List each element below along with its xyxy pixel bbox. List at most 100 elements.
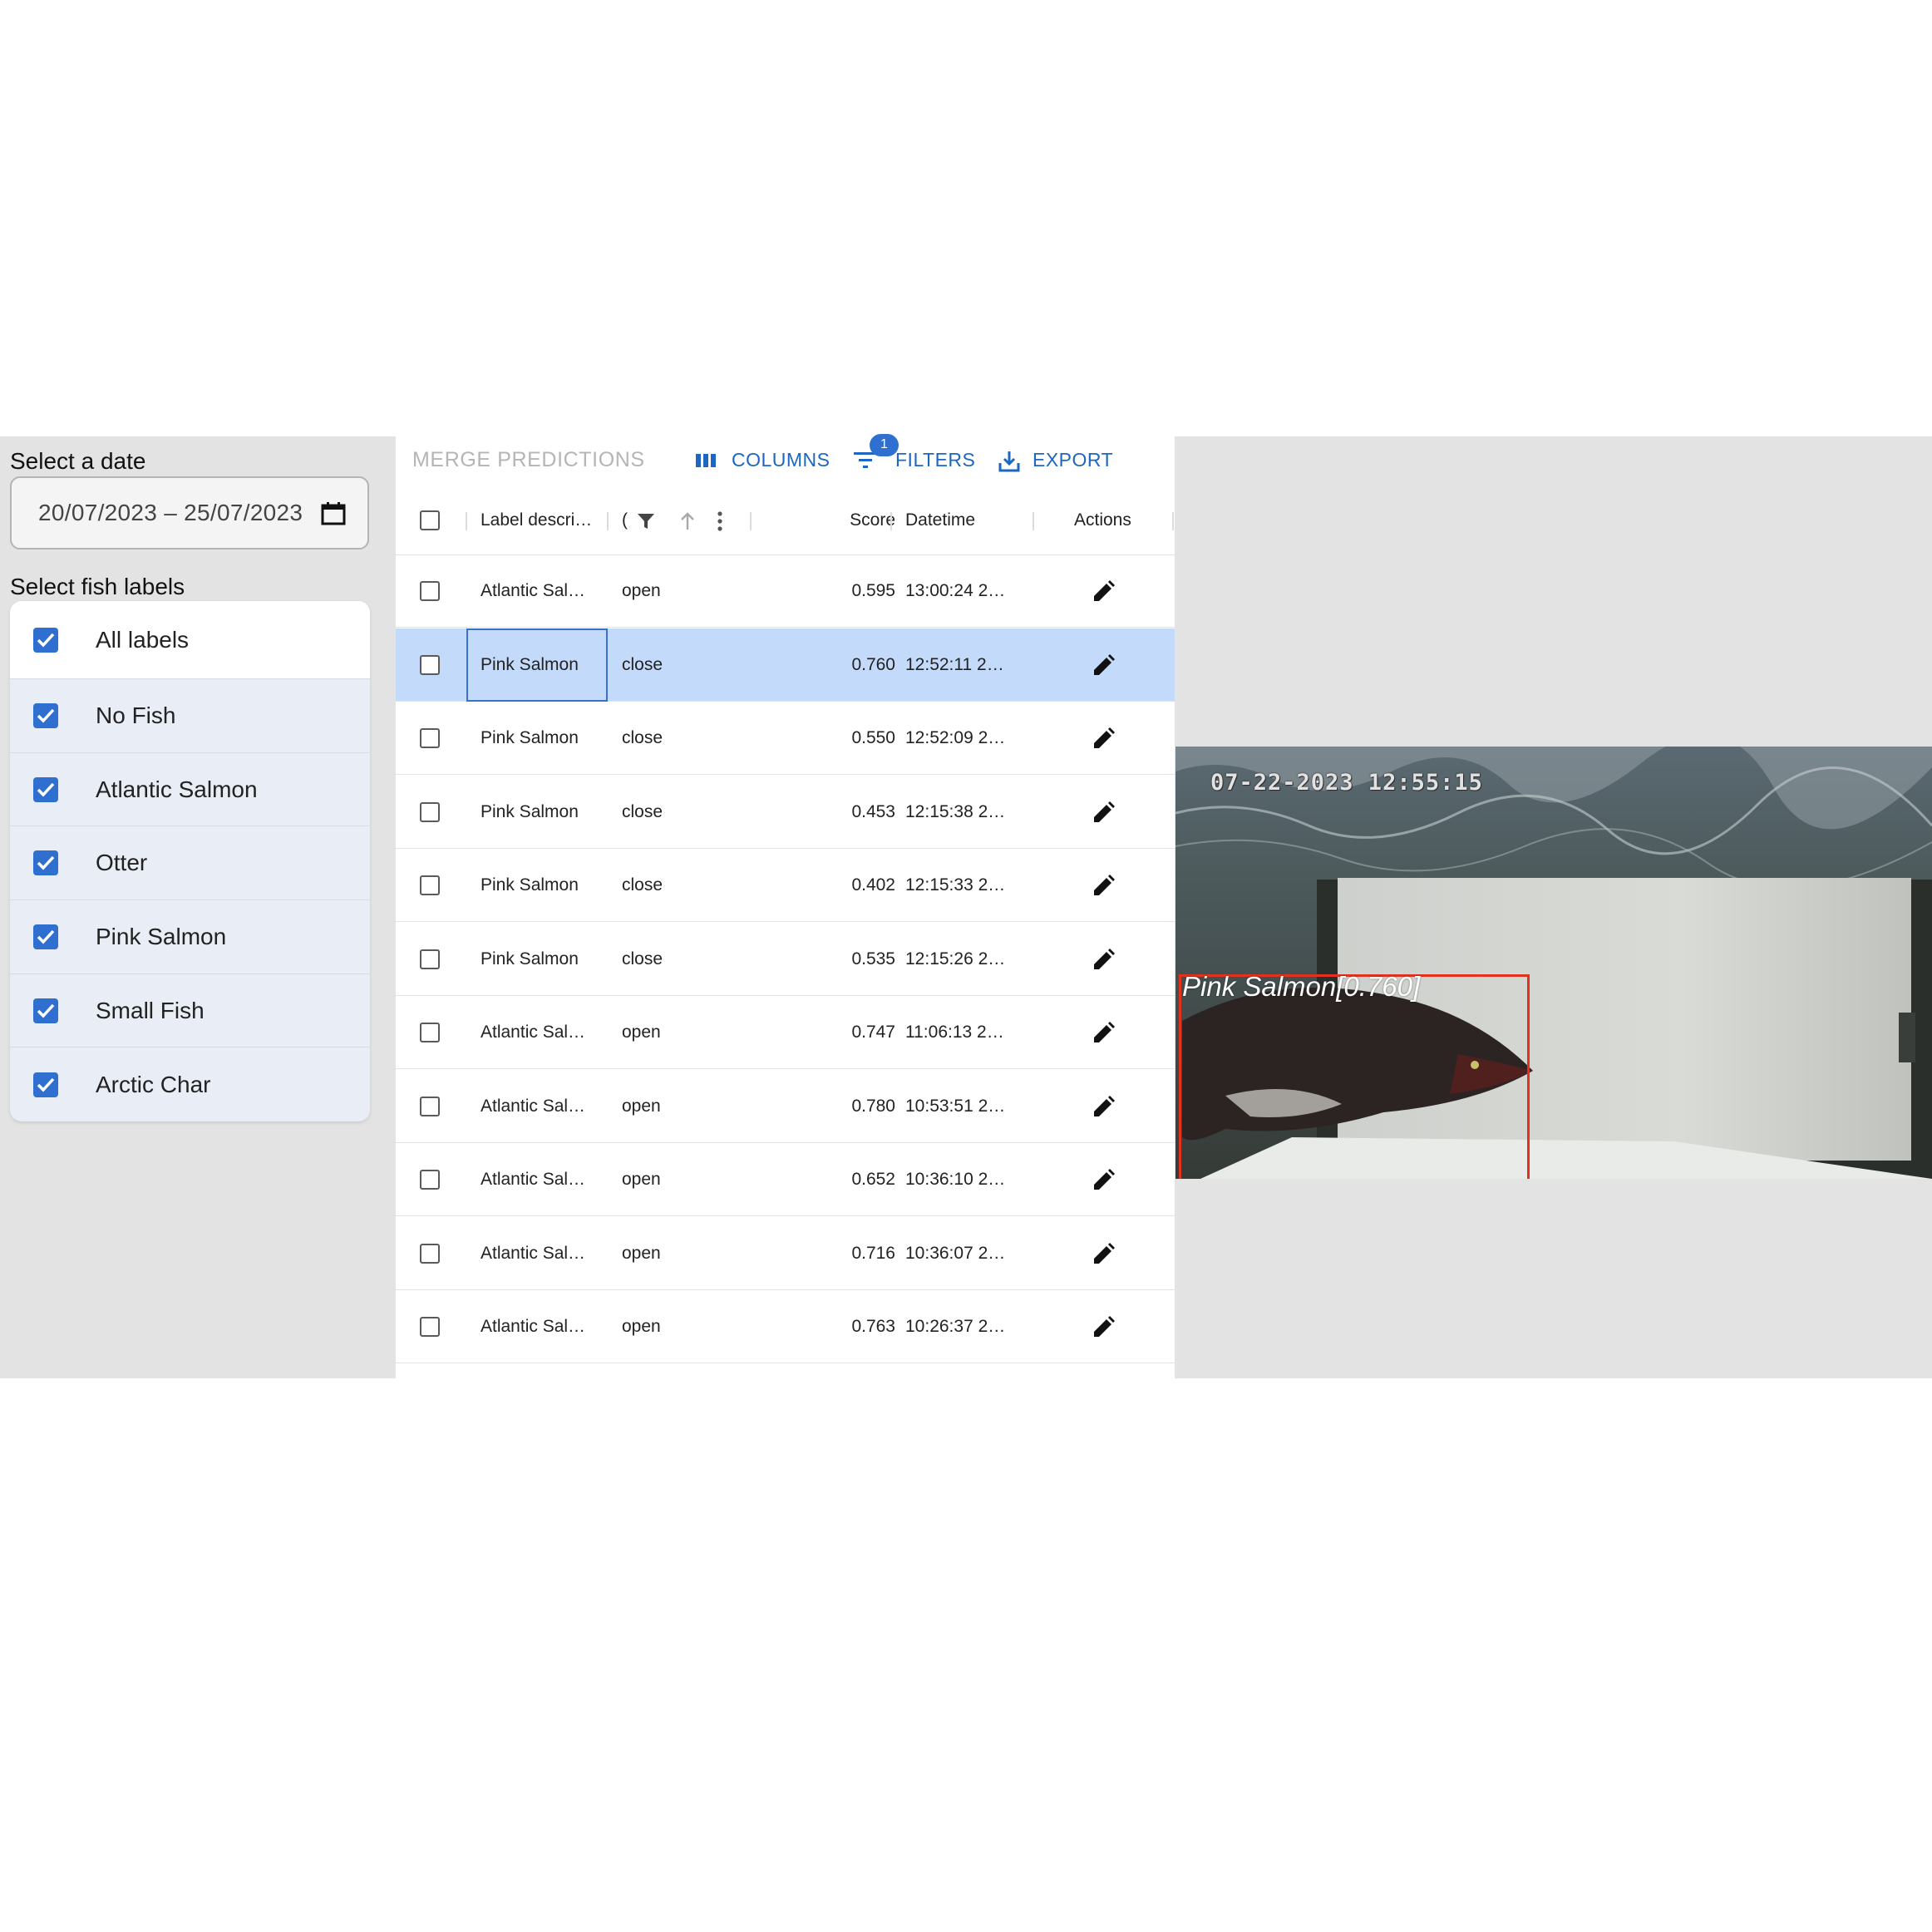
edit-icon[interactable] (1091, 801, 1116, 826)
table-row[interactable]: Pink Salmon close 0.402 12:15:33 2… (396, 849, 1175, 922)
table-row[interactable]: Pink Salmon close 0.535 12:15:26 2… (396, 923, 1175, 996)
column-separator[interactable] (1172, 512, 1174, 530)
cell-datetime[interactable]: 12:15:33 2… (905, 849, 1005, 922)
cell-score[interactable]: 0.780 (829, 1070, 895, 1143)
cell-score[interactable]: 0.453 (829, 776, 895, 849)
cell-state[interactable]: open (622, 1217, 661, 1290)
table-row[interactable]: Atlantic Sal… open 0.652 10:36:10 2… (396, 1143, 1175, 1216)
row-checkbox[interactable] (420, 1317, 440, 1337)
filter-funnel-icon[interactable] (637, 512, 655, 530)
cell-label[interactable]: Atlantic Sal… (481, 1070, 585, 1143)
row-checkbox[interactable] (420, 1243, 440, 1264)
edit-icon[interactable] (1091, 874, 1116, 899)
row-checkbox[interactable] (420, 728, 440, 748)
cell-datetime[interactable]: 12:52:09 2… (905, 702, 1005, 775)
table-row[interactable]: Pink Salmon close 0.550 12:52:09 2… (396, 702, 1175, 775)
header-state[interactable]: ( (622, 486, 628, 554)
checkbox-checked[interactable] (33, 703, 58, 728)
cell-label[interactable]: Pink Salmon (481, 702, 579, 775)
checkbox-checked[interactable] (33, 998, 58, 1023)
checkbox-checked[interactable] (33, 628, 58, 653)
cell-state[interactable]: close (622, 776, 663, 849)
edit-icon[interactable] (1091, 1315, 1116, 1340)
cell-score[interactable]: 0.402 (829, 849, 895, 922)
edit-icon[interactable] (1091, 579, 1116, 604)
cell-label[interactable]: Atlantic Sal… (481, 1290, 585, 1363)
cell-label[interactable]: Atlantic Sal… (481, 554, 585, 628)
cell-score[interactable]: 0.595 (829, 554, 895, 628)
column-separator[interactable] (750, 512, 752, 530)
checkbox-checked[interactable] (33, 850, 58, 876)
row-checkbox[interactable] (420, 949, 440, 969)
label-option-all[interactable]: All labels (10, 601, 370, 679)
edit-icon[interactable] (1091, 653, 1116, 678)
header-score[interactable]: Score (829, 486, 895, 554)
header-label-description[interactable]: Label descri… (481, 486, 592, 554)
cell-score[interactable]: 0.716 (829, 1217, 895, 1290)
table-row[interactable]: Atlantic Sal… open 0.763 10:26:37 2… (396, 1290, 1175, 1363)
cell-score[interactable]: 0.652 (829, 1143, 895, 1216)
edit-icon[interactable] (1091, 1021, 1116, 1046)
edit-icon[interactable] (1091, 727, 1116, 752)
cell-label[interactable]: Pink Salmon (481, 628, 579, 702)
column-separator[interactable] (1033, 512, 1034, 530)
checkbox-checked[interactable] (33, 1072, 58, 1097)
sort-arrow-icon[interactable] (678, 511, 697, 531)
row-checkbox[interactable] (420, 875, 440, 895)
row-checkbox[interactable] (420, 1023, 440, 1042)
label-option-no-fish[interactable]: No Fish (10, 679, 370, 753)
row-checkbox[interactable] (420, 581, 440, 601)
date-range-field[interactable]: 20/07/2023 – 25/07/2023 (10, 476, 369, 550)
table-row[interactable]: Atlantic Sal… open 0.716 10:36:07 2… (396, 1217, 1175, 1290)
checkbox-checked[interactable] (33, 924, 58, 950)
label-option-small-fish[interactable]: Small Fish (10, 974, 370, 1048)
column-separator[interactable] (607, 512, 609, 530)
cell-label[interactable]: Atlantic Sal… (481, 1143, 585, 1216)
more-vert-icon[interactable] (716, 510, 724, 532)
cell-datetime[interactable]: 12:52:11 2… (905, 628, 1004, 702)
table-row[interactable]: Pink Salmon close 0.453 12:15:38 2… (396, 776, 1175, 849)
column-separator[interactable] (890, 512, 892, 530)
cell-state[interactable]: open (622, 1070, 661, 1143)
header-datetime[interactable]: Datetime (905, 486, 975, 554)
columns-button[interactable]: COLUMNS (695, 436, 830, 486)
table-row[interactable]: Atlantic Sal… open 0.747 11:06:13 2… (396, 996, 1175, 1069)
cell-score[interactable]: 0.760 (829, 628, 895, 702)
edit-icon[interactable] (1091, 1168, 1116, 1193)
cell-state[interactable]: open (622, 996, 661, 1069)
cell-state[interactable]: open (622, 554, 661, 628)
cell-datetime[interactable]: 11:06:13 2… (905, 996, 1004, 1069)
cell-state[interactable]: open (622, 1143, 661, 1216)
table-row-selected[interactable]: Pink Salmon close 0.760 12:52:11 2… (396, 628, 1175, 702)
merge-predictions-button[interactable]: MERGE PREDICTIONS (412, 436, 645, 486)
label-option-otter[interactable]: Otter (10, 826, 370, 901)
cell-score[interactable]: 0.550 (829, 702, 895, 775)
calendar-icon[interactable] (321, 502, 346, 525)
label-option-pink-salmon[interactable]: Pink Salmon (10, 900, 370, 974)
cell-datetime[interactable]: 10:36:07 2… (905, 1217, 1005, 1290)
row-checkbox[interactable] (420, 1170, 440, 1190)
edit-icon[interactable] (1091, 1095, 1116, 1120)
label-option-arctic-char[interactable]: Arctic Char (10, 1048, 370, 1122)
edit-icon[interactable] (1091, 948, 1116, 973)
column-separator[interactable] (466, 512, 467, 530)
cell-state[interactable]: close (622, 849, 663, 922)
row-checkbox[interactable] (420, 801, 440, 822)
label-option-atlantic-salmon[interactable]: Atlantic Salmon (10, 753, 370, 827)
row-checkbox[interactable] (420, 654, 440, 675)
cell-label[interactable]: Pink Salmon (481, 923, 579, 996)
table-row[interactable]: Atlantic Sal… open 0.595 13:00:24 2… (396, 554, 1175, 628)
cell-datetime[interactable]: 12:15:26 2… (905, 923, 1005, 996)
cell-score[interactable]: 0.747 (829, 996, 895, 1069)
checkbox-checked[interactable] (33, 776, 58, 802)
cell-state[interactable]: close (622, 628, 663, 702)
cell-state[interactable]: close (622, 702, 663, 775)
cell-label[interactable]: Atlantic Sal… (481, 1217, 585, 1290)
cell-label[interactable]: Pink Salmon (481, 776, 579, 849)
cell-score[interactable]: 0.535 (829, 923, 895, 996)
cell-datetime[interactable]: 13:00:24 2… (905, 554, 1005, 628)
cell-label[interactable]: Atlantic Sal… (481, 996, 585, 1069)
cell-datetime[interactable]: 10:36:10 2… (905, 1143, 1005, 1216)
row-checkbox[interactable] (420, 1096, 440, 1116)
export-button[interactable]: EXPORT (998, 436, 1113, 486)
